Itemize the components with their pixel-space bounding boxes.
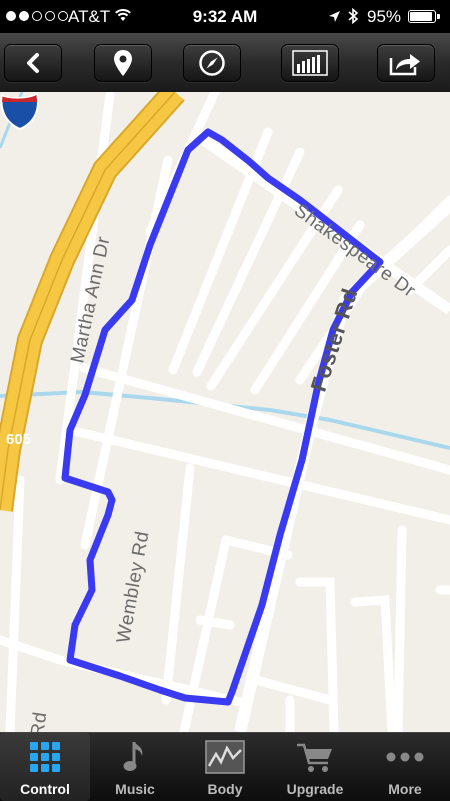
back-button[interactable] <box>4 44 62 82</box>
grid-icon <box>30 742 60 772</box>
tab-more[interactable]: More <box>360 733 450 801</box>
location-pin-icon <box>114 50 132 76</box>
tab-label: Body <box>207 781 243 797</box>
tab-label: Upgrade <box>286 781 344 797</box>
stats-button[interactable] <box>281 44 339 82</box>
tab-label: More <box>388 781 422 797</box>
compass-button[interactable] <box>183 44 241 82</box>
tab-music[interactable]: Music <box>90 733 180 801</box>
interstate-shield-number: 605 <box>5 431 32 448</box>
map-canvas <box>0 92 450 732</box>
cart-icon <box>297 743 332 772</box>
share-icon <box>389 54 420 76</box>
battery-percent: 95% <box>367 7 402 26</box>
bar-chart-icon <box>292 50 328 76</box>
tab-control[interactable]: Control <box>0 733 90 801</box>
share-button[interactable] <box>377 44 435 82</box>
bluetooth-icon <box>348 7 359 25</box>
interstate-shield-icon <box>0 92 39 130</box>
tab-upgrade[interactable]: Upgrade <box>270 733 360 801</box>
tab-label: Music <box>115 781 155 797</box>
tab-label: Control <box>20 781 70 797</box>
back-chevron-icon <box>27 53 39 73</box>
street-label-partial-rd: Rd <box>27 710 52 732</box>
status-bar: AT&T 9:32 AM 95% <box>0 0 450 33</box>
battery-icon <box>408 10 440 23</box>
location-button[interactable] <box>94 44 152 82</box>
toolbar <box>0 33 450 93</box>
more-dots-icon <box>386 752 424 762</box>
compass-icon <box>199 50 225 76</box>
location-services-icon <box>329 11 340 22</box>
tab-body[interactable]: Body <box>180 733 270 801</box>
tab-bar: Control Music Body Upgrade More <box>0 732 450 801</box>
body-graph-icon <box>205 740 245 774</box>
minor-streets <box>0 92 450 732</box>
route-map[interactable]: Martha Ann Dr Shakespeare Dr Foster Rd W… <box>0 92 450 732</box>
music-note-icon <box>123 742 143 771</box>
